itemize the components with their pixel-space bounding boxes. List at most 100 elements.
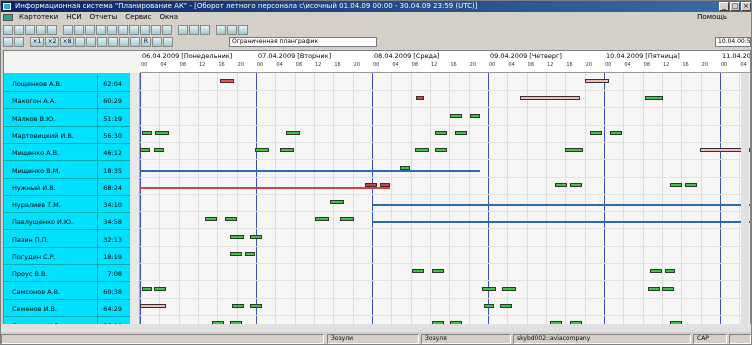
duty-bar[interactable] bbox=[585, 79, 609, 83]
close-button[interactable]: × bbox=[741, 2, 751, 11]
duty-bar[interactable] bbox=[416, 96, 424, 101]
duty-bar[interactable] bbox=[610, 130, 622, 135]
duty-bar[interactable] bbox=[220, 79, 234, 83]
tool-button-14[interactable] bbox=[151, 25, 161, 35]
duty-bar[interactable] bbox=[330, 200, 344, 205]
duty-bar[interactable] bbox=[142, 130, 152, 135]
duty-bar[interactable] bbox=[415, 148, 429, 153]
vertical-scrollbar[interactable] bbox=[741, 73, 749, 325]
duty-span-line[interactable] bbox=[140, 186, 390, 189]
duty-bar[interactable] bbox=[205, 217, 217, 222]
duty-bar[interactable] bbox=[484, 303, 494, 308]
tool-button-6[interactable] bbox=[63, 25, 73, 35]
tool-button-20[interactable] bbox=[227, 25, 237, 35]
duty-bar[interactable] bbox=[315, 217, 329, 222]
crew-row[interactable]: Лощенков А.В. 62:04 bbox=[4, 75, 130, 95]
edit-button[interactable] bbox=[119, 37, 129, 47]
maximize-button[interactable]: □ bbox=[730, 2, 740, 11]
print-preview-button[interactable] bbox=[108, 37, 118, 47]
menu-item-reports[interactable]: Отчеты bbox=[86, 12, 122, 23]
menu-item-nsi[interactable]: НСИ bbox=[62, 12, 85, 23]
timeline-grid[interactable] bbox=[140, 73, 750, 331]
menu-item-service[interactable]: Сервис bbox=[121, 12, 155, 23]
crew-row[interactable]: Нуралиев Т.М. 34:10 bbox=[4, 196, 130, 217]
duty-bar[interactable] bbox=[570, 182, 582, 187]
duty-bar[interactable] bbox=[670, 182, 682, 187]
tool-button-8[interactable] bbox=[85, 25, 95, 35]
duty-bar[interactable] bbox=[255, 148, 269, 153]
zoom-x8-button[interactable]: ×8 bbox=[60, 37, 74, 47]
tool-button-4[interactable] bbox=[36, 25, 46, 35]
tool-button-9[interactable] bbox=[96, 25, 106, 35]
duty-span-line[interactable] bbox=[372, 204, 750, 207]
crew-row[interactable]: Нужный И.В. 68:24 bbox=[4, 178, 130, 199]
duty-bar[interactable] bbox=[555, 182, 567, 187]
refresh-button[interactable]: R bbox=[141, 37, 151, 47]
duty-bar[interactable] bbox=[665, 269, 675, 274]
tool-button-2[interactable] bbox=[14, 25, 24, 35]
tool-button-12[interactable] bbox=[129, 25, 139, 35]
duty-bar[interactable] bbox=[432, 269, 444, 274]
zoom-x1-button[interactable]: ×1 bbox=[30, 37, 44, 47]
crew-row[interactable]: Пазин П.П. 32:13 bbox=[4, 230, 130, 251]
tool-button-3[interactable] bbox=[25, 25, 35, 35]
duty-bar[interactable] bbox=[286, 130, 300, 135]
duty-bar[interactable] bbox=[685, 182, 697, 187]
funnel-icon[interactable] bbox=[163, 37, 173, 47]
duty-bar[interactable] bbox=[662, 286, 674, 291]
tool-button-7[interactable] bbox=[74, 25, 84, 35]
filter-button[interactable] bbox=[3, 37, 13, 47]
duty-bar[interactable] bbox=[250, 303, 262, 308]
copy-button[interactable] bbox=[86, 37, 96, 47]
tool-button-10[interactable] bbox=[107, 25, 117, 35]
paste-button[interactable] bbox=[97, 37, 107, 47]
tool-button-19[interactable] bbox=[216, 25, 226, 35]
menu-item-help[interactable]: Помощь bbox=[693, 12, 731, 23]
duty-bar[interactable] bbox=[230, 252, 242, 256]
filter-field[interactable]: Ограниченная планграфик bbox=[229, 37, 377, 47]
tool-button-15[interactable] bbox=[162, 25, 172, 35]
duty-bar[interactable] bbox=[590, 130, 602, 135]
duty-bar[interactable] bbox=[502, 286, 516, 291]
duty-bar[interactable] bbox=[645, 96, 663, 101]
tool-button-21[interactable] bbox=[238, 25, 248, 35]
duty-bar[interactable] bbox=[154, 286, 166, 291]
crew-row[interactable]: Мартовицкий И.В. 56:30 bbox=[4, 126, 130, 147]
duty-bar[interactable] bbox=[225, 217, 237, 222]
crew-row[interactable]: Проус В.В. 7:08 bbox=[4, 265, 130, 286]
crew-row[interactable]: Самсонов А.В. 60:38 bbox=[4, 282, 130, 303]
duty-bar[interactable] bbox=[500, 303, 512, 308]
crew-row[interactable]: Мищенко А.В. 46:12 bbox=[4, 144, 130, 165]
duty-bar[interactable] bbox=[245, 252, 255, 256]
tool-button-18[interactable] bbox=[200, 25, 210, 35]
zoom-x2-button[interactable]: ×2 bbox=[45, 37, 59, 47]
crew-row[interactable]: Малков В.Ю. 51:19 bbox=[4, 109, 130, 130]
minimize-button[interactable]: _ bbox=[719, 2, 729, 11]
tool-button-1[interactable] bbox=[3, 25, 13, 35]
menu-item-cards[interactable]: Картотеки bbox=[15, 12, 62, 23]
duty-bar[interactable] bbox=[520, 96, 580, 101]
menu-item-windows[interactable]: Окна bbox=[155, 12, 182, 23]
duty-span-line[interactable] bbox=[140, 169, 480, 172]
tool-button-17[interactable] bbox=[189, 25, 199, 35]
duty-bar[interactable] bbox=[482, 286, 496, 291]
crew-row[interactable]: Павлущенко И.Ю. 34:58 bbox=[4, 213, 130, 234]
duty-bar[interactable] bbox=[250, 234, 262, 239]
crew-row[interactable]: Погудин С.Р. 18:19 bbox=[4, 248, 130, 268]
tool-button-11[interactable] bbox=[118, 25, 128, 35]
duty-bar[interactable] bbox=[230, 234, 244, 239]
align-button[interactable] bbox=[130, 37, 140, 47]
crew-row[interactable]: Семенов И.В. 64:29 bbox=[4, 299, 130, 320]
duty-bar[interactable] bbox=[140, 148, 150, 153]
tool-button-16[interactable] bbox=[178, 25, 188, 35]
duty-bar[interactable] bbox=[450, 113, 462, 118]
duty-bar[interactable] bbox=[340, 217, 354, 222]
duty-bar[interactable] bbox=[470, 113, 480, 118]
star-icon[interactable] bbox=[152, 37, 162, 47]
duty-bar[interactable] bbox=[435, 148, 447, 153]
duty-bar[interactable] bbox=[280, 148, 294, 153]
horizontal-scrollbar[interactable] bbox=[1, 324, 751, 332]
crew-row[interactable]: Мищенко В.М. 18:35 bbox=[4, 161, 130, 182]
duty-bar[interactable] bbox=[232, 303, 244, 308]
tool-button-13[interactable] bbox=[140, 25, 150, 35]
